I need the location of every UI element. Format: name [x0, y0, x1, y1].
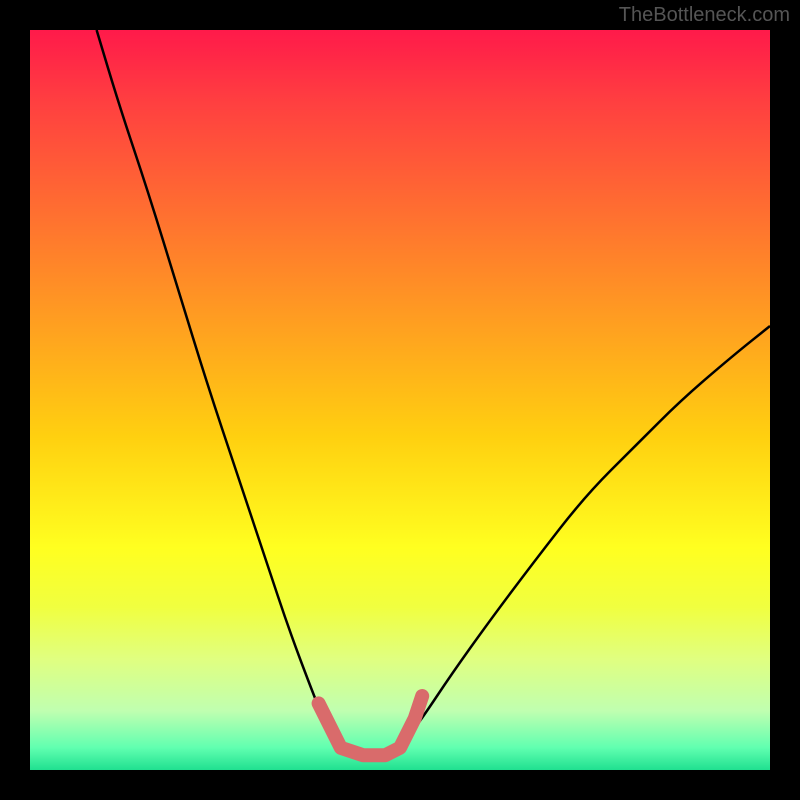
- watermark-text: TheBottleneck.com: [619, 4, 790, 27]
- curve-left-branch: [97, 30, 341, 748]
- curve-right-branch: [400, 326, 770, 748]
- curve-pink-trough: [319, 696, 423, 755]
- chart-svg: [30, 30, 770, 770]
